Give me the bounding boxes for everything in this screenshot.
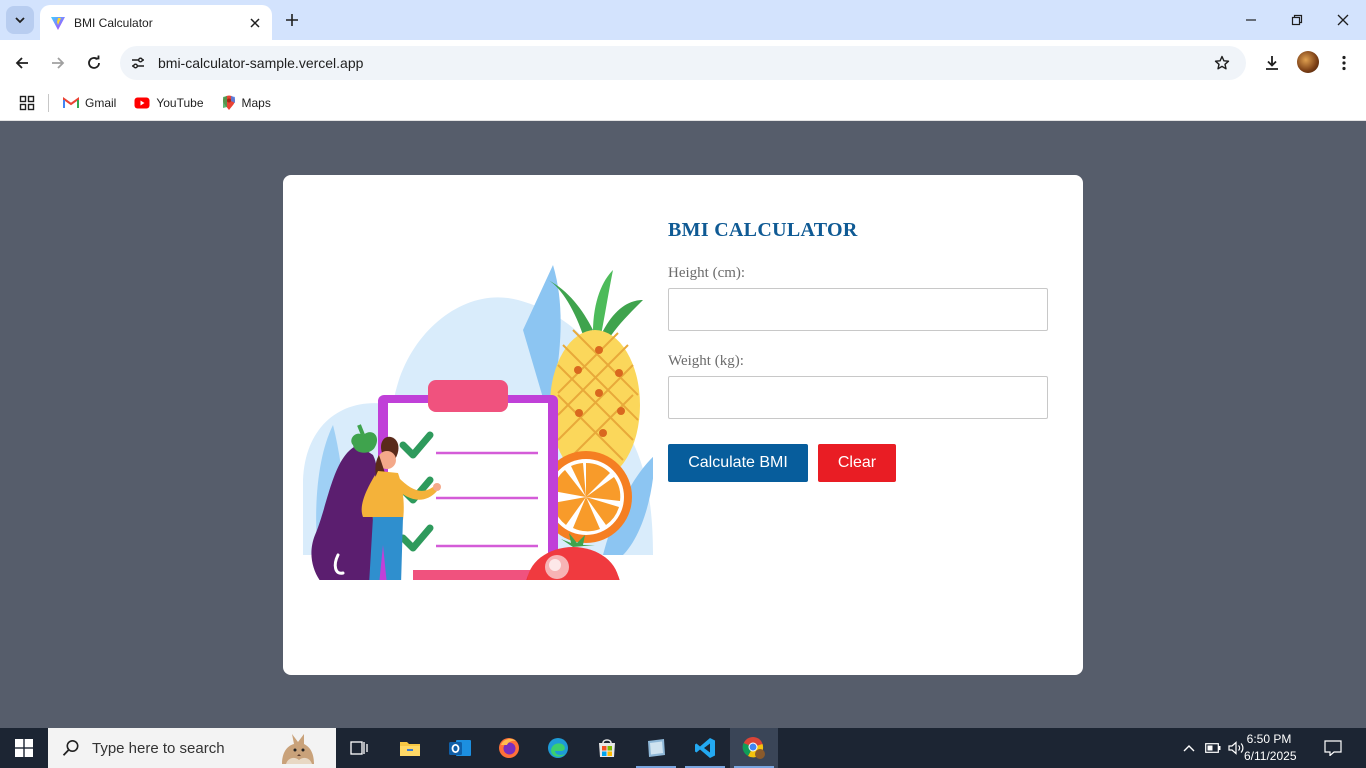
plus-icon (286, 14, 298, 26)
reload-button[interactable] (80, 49, 108, 77)
firefox-icon (499, 738, 519, 758)
bookmarks-separator (48, 94, 49, 112)
weight-input[interactable] (668, 376, 1048, 419)
taskbar-search[interactable]: Type here to search (48, 728, 336, 768)
new-tab-button[interactable] (280, 8, 304, 32)
bookmark-star-button[interactable] (1208, 49, 1236, 77)
battery-icon (1205, 743, 1221, 753)
bookmark-youtube[interactable]: YouTube (134, 96, 204, 110)
forward-button[interactable] (44, 49, 72, 77)
tune-icon (132, 57, 144, 69)
bmi-form: BMI CALCULATOR Height (cm): Weight (kg):… (668, 219, 1048, 482)
clock-date: 6/11/2025 (1244, 749, 1297, 763)
vscode-icon (695, 738, 715, 758)
clear-button[interactable]: Clear (818, 444, 896, 482)
page-background: BMI CALCULATOR Height (cm): Weight (kg):… (0, 121, 1366, 728)
gmail-icon (63, 97, 79, 108)
url-text[interactable]: bmi-calculator-sample.vercel.app (158, 55, 1208, 71)
folder-icon (400, 742, 420, 756)
taskbar-store[interactable] (583, 728, 631, 768)
height-input[interactable] (668, 288, 1048, 331)
outlook-icon (449, 740, 471, 756)
tab-strip: BMI Calculator (0, 0, 1366, 40)
button-row: Calculate BMI Clear (668, 444, 1048, 482)
restore-button[interactable] (1274, 0, 1320, 40)
taskbar-notes-app[interactable] (632, 728, 680, 768)
search-placeholder: Type here to search (92, 739, 225, 757)
youtube-icon (134, 97, 150, 109)
apps-button[interactable] (17, 93, 37, 113)
windows-logo-icon (15, 739, 33, 757)
reload-icon (88, 55, 100, 69)
minimize-icon (1246, 19, 1256, 21)
close-window-button[interactable] (1320, 0, 1366, 40)
minimize-button[interactable] (1228, 0, 1274, 40)
bookmark-maps[interactable]: Maps (222, 95, 271, 111)
taskbar-firefox[interactable] (485, 728, 533, 768)
active-tab[interactable]: BMI Calculator (40, 5, 272, 40)
more-vert-icon (1342, 55, 1346, 71)
downloads-button[interactable] (1258, 49, 1286, 77)
chrome-icon (742, 737, 765, 759)
chevron-down-icon (15, 17, 25, 24)
chevron-up-icon (1183, 745, 1195, 752)
tab-title: BMI Calculator (74, 15, 153, 30)
task-view-button[interactable] (336, 728, 384, 768)
restore-icon (1291, 14, 1303, 26)
notification-icon (1324, 740, 1342, 756)
healthy-food-illustration (303, 265, 653, 580)
taskbar-file-explorer[interactable] (386, 728, 434, 768)
height-label: Height (cm): (668, 265, 746, 281)
edge-icon (548, 738, 568, 758)
browser-toolbar: bmi-calculator-sample.vercel.app (0, 40, 1366, 86)
windows-taskbar: Type here to search 6:50 PM 6/11/2025 (0, 728, 1366, 768)
battery-button[interactable] (1202, 728, 1224, 768)
notifications-button[interactable] (1318, 728, 1348, 768)
taskbar-vscode[interactable] (681, 728, 729, 768)
task-view-icon (350, 741, 368, 755)
star-icon (1214, 55, 1230, 70)
bmi-card: BMI CALCULATOR Height (cm): Weight (kg):… (283, 175, 1083, 675)
show-hidden-icons-button[interactable] (1178, 728, 1200, 768)
weight-label: Weight (kg): (668, 353, 744, 369)
arrow-right-icon (52, 57, 65, 69)
taskbar-edge[interactable] (534, 728, 582, 768)
bookmark-gmail[interactable]: Gmail (63, 96, 116, 110)
search-icon (62, 740, 79, 756)
arrow-left-icon (15, 57, 28, 69)
taskbar-outlook[interactable] (436, 728, 484, 768)
menu-button[interactable] (1330, 49, 1358, 77)
bookmarks-bar: Gmail YouTube Maps (0, 86, 1366, 121)
close-icon (1337, 14, 1349, 26)
apps-grid-icon (19, 95, 35, 111)
lynx-search-highlight-icon (282, 734, 314, 764)
profile-avatar[interactable] (1297, 51, 1319, 73)
tab-search-button[interactable] (6, 6, 34, 34)
back-button[interactable] (8, 49, 36, 77)
download-icon (1266, 56, 1278, 70)
taskbar-chrome[interactable] (730, 728, 778, 768)
clock-time: 6:50 PM (1246, 732, 1292, 746)
maps-icon (222, 95, 235, 110)
taskbar-clock[interactable]: 6:50 PM 6/11/2025 (1244, 731, 1297, 765)
site-info-button[interactable] (128, 53, 148, 73)
page-title: BMI CALCULATOR (668, 219, 858, 241)
close-icon (250, 17, 260, 28)
bookmark-label: Gmail (85, 96, 117, 110)
vite-favicon-icon (51, 16, 65, 30)
calculate-bmi-button[interactable]: Calculate BMI (668, 444, 808, 482)
notes-app-icon (648, 739, 665, 757)
start-button[interactable] (0, 728, 48, 768)
address-bar[interactable]: bmi-calculator-sample.vercel.app (120, 46, 1246, 80)
store-icon (599, 739, 615, 757)
tab-close-button[interactable] (244, 12, 266, 34)
bookmark-label: YouTube (156, 96, 204, 110)
bookmark-label: Maps (241, 96, 271, 110)
